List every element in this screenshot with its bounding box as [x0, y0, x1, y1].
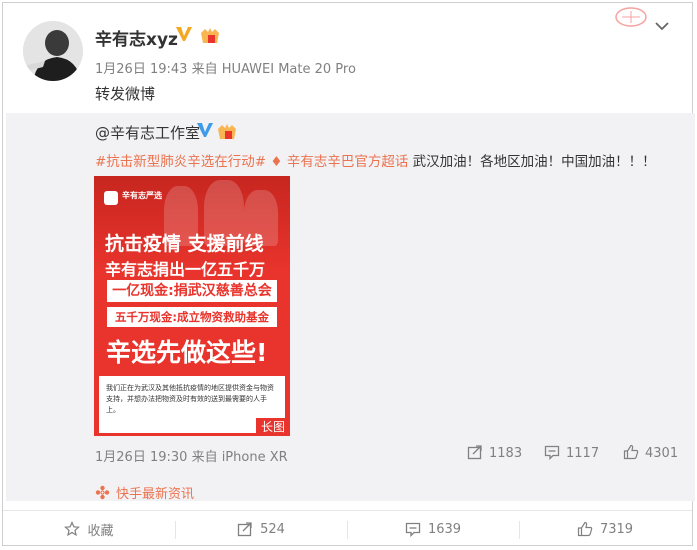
poster-line2: 辛有志捐出一亿五千万: [105, 260, 266, 279]
repost-time[interactable]: 1月26日 19:30: [95, 450, 187, 465]
verified-v-icon: [176, 27, 192, 41]
stamp-icon: [615, 7, 647, 27]
repost-comment-count: 1117: [566, 446, 600, 461]
source-link[interactable]: 快手最新资讯: [95, 483, 194, 502]
poster-paragraph: 我们正在为武汉及其他抵抗疫情的地区提供资金与物资支持，并想办法把物资及时有效的送…: [106, 384, 274, 414]
poster-logo-icon: [104, 191, 118, 205]
comment-icon: [544, 445, 560, 461]
like-button[interactable]: 7319: [519, 511, 691, 547]
repost-text: #抗击新型肺炎辛选在行动# ♦ 辛有志辛巴官方超话 武汉加油！各地区加油！中国加…: [95, 150, 656, 170]
reposted-weibo: @辛有志工作室 #抗击新型肺炎辛选在行动# ♦ 辛有志辛巴官方超话 武汉加油！各…: [6, 113, 695, 501]
weibo-card: 辛有志xyz 1月26日 19:43 来自 HUAWEI Mate 20 Pro…: [2, 2, 695, 546]
member-crown-icon: [218, 124, 236, 139]
repost-source: 来自 iPhone XR: [191, 450, 288, 465]
favorite-button[interactable]: 收藏: [3, 511, 175, 547]
poster-headline: 辛选先做这些!: [106, 338, 268, 367]
comment-button[interactable]: 1639: [347, 511, 519, 547]
source-label: 快手最新资讯: [116, 487, 195, 502]
poster-box2: 五千万现金:成立物资救助基金: [107, 307, 277, 327]
post-meta: 1月26日 19:43 来自 HUAWEI Mate 20 Pro: [95, 58, 356, 77]
post-time[interactable]: 1月26日 19:43: [95, 62, 187, 77]
forward-icon: [467, 445, 482, 460]
long-image-badge: 长图: [256, 418, 290, 436]
post-source: 来自 HUAWEI Mate 20 Pro: [191, 62, 356, 77]
supertopic-link[interactable]: 辛有志辛巴官方超话: [287, 154, 409, 170]
star-icon: [64, 521, 81, 537]
action-bar: 收藏 524 1639 7319: [3, 510, 692, 547]
repost-like-button[interactable]: 4301: [623, 444, 678, 461]
author-name[interactable]: 辛有志xyz: [95, 25, 178, 50]
member-crown-icon: [201, 28, 219, 43]
repost-author[interactable]: @辛有志工作室: [95, 122, 200, 143]
favorite-label: 收藏: [87, 523, 114, 539]
repost-comment-button[interactable]: 1117: [544, 444, 599, 461]
verified-v-icon: [197, 123, 213, 137]
repost-forward-button[interactable]: 1183: [467, 444, 522, 461]
repost-like-count: 4301: [645, 446, 679, 461]
kuaishou-flower-icon: [95, 485, 110, 500]
repost-count: 524: [260, 521, 285, 537]
author-avatar[interactable]: [23, 21, 83, 81]
repost-button[interactable]: 524: [175, 511, 347, 547]
poster-box1: 一亿现金:捐武汉慈善总会: [107, 280, 277, 302]
chevron-down-icon[interactable]: [654, 21, 670, 31]
repost-forward-count: 1183: [489, 446, 523, 461]
poster-logo-text: 辛有志严选: [122, 191, 162, 200]
repost-meta: 1月26日 19:30 来自 iPhone XR: [95, 446, 288, 465]
comment-count: 1639: [427, 521, 462, 537]
thumbs-up-icon: [577, 521, 593, 537]
poster-image[interactable]: 辛有志严选 抗击疫情 支援前线 辛有志捐出一亿五千万 一亿现金:捐武汉慈善总会 …: [94, 176, 290, 436]
post-content: 转发微博: [95, 85, 156, 103]
forward-icon: [237, 522, 252, 537]
hashtag-link[interactable]: #抗击新型肺炎辛选在行动#: [95, 154, 266, 170]
repost-body: 武汉加油！各地区加油！中国加油！！！: [412, 154, 656, 170]
poster-line1: 抗击疫情 支援前线: [105, 233, 264, 255]
like-count: 7319: [599, 521, 634, 537]
supertopic-diamond-icon: ♦: [270, 154, 283, 170]
comment-icon: [405, 522, 421, 537]
thumbs-up-icon: [623, 444, 639, 460]
